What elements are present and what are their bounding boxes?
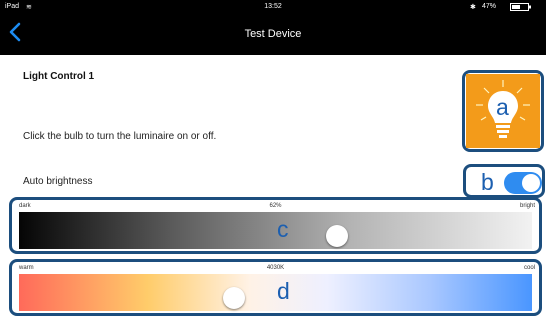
callout-label-b: b [481,169,494,195]
battery-icon [510,3,532,11]
callout-label-c: c [277,216,289,242]
page-title: Test Device [244,28,302,40]
color-temp-max-label: cool [523,265,535,271]
callout-c: dark 62% bright c [9,197,542,254]
toggle-knob [522,174,540,192]
bluetooth-icon: ✱ [470,4,476,11]
callout-d: warm 4030K cool d [9,259,542,316]
callout-label-a: a [496,94,509,120]
status-time: 13:52 [264,3,282,10]
status-bar: iPad ≋ 13:52 ✱ 47% [0,0,546,15]
auto-brightness-label: Auto brightness [23,176,93,187]
auto-brightness-toggle[interactable] [504,172,542,194]
brightness-slider-track[interactable]: c [19,212,532,249]
battery-percent: 47% [482,3,497,10]
color-temp-value-label: 4030K [266,265,285,271]
callout-label-d: d [277,278,290,304]
color-temp-slider-thumb[interactable] [223,287,246,309]
brightness-slider-thumb[interactable] [326,225,349,247]
bulb-button[interactable]: a [466,74,540,148]
brightness-max-label: bright [519,203,535,209]
brightness-value-label: 62% [269,203,282,209]
nav-bar: Test Device [0,15,546,55]
color-temp-slider-track[interactable]: d [19,274,532,311]
bulb-instruction: Click the bulb to turn the luminaire on … [23,131,217,142]
light-control-heading: Light Control 1 [23,71,95,82]
